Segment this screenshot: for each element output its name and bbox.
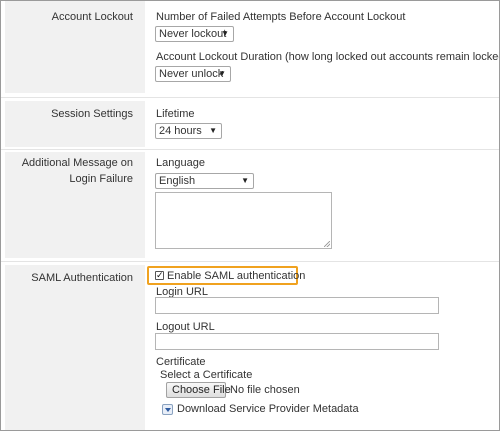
select-certificate-label: Select a Certificate xyxy=(160,369,253,381)
language-select[interactable]: English ▼ xyxy=(155,173,254,189)
account-lockout-label: Account Lockout xyxy=(51,11,133,23)
certificate-label: Certificate xyxy=(156,356,206,368)
chevron-down-icon: ▼ xyxy=(209,126,217,135)
chevron-down-icon: ▼ xyxy=(241,176,249,185)
lockout-duration-label: Account Lockout Duration (how long locke… xyxy=(156,51,500,63)
download-icon[interactable] xyxy=(162,404,173,415)
language-value: English xyxy=(159,175,196,187)
login-failure-label-line1: Additional Message on xyxy=(21,157,133,169)
login-failure-message-textarea[interactable] xyxy=(155,192,332,249)
saml-label-cell: SAML Authentication xyxy=(5,265,145,430)
account-lockout-label-cell: Account Lockout xyxy=(5,1,145,93)
resize-grip-icon[interactable] xyxy=(324,241,330,247)
saml-enable-checkbox[interactable]: ✓ xyxy=(155,271,164,280)
login-failure-label-cell: Additional Message on Login Failure xyxy=(5,152,145,258)
chevron-down-icon: ▼ xyxy=(221,29,229,38)
saml-enable-label[interactable]: Enable SAML authentication xyxy=(167,269,305,283)
choose-file-button[interactable]: Choose File xyxy=(166,382,231,398)
session-settings-label-cell: Session Settings xyxy=(5,101,145,147)
divider xyxy=(1,149,499,150)
lifetime-value: 24 hours xyxy=(159,125,202,137)
session-settings-label: Session Settings xyxy=(51,108,133,120)
logout-url-input[interactable] xyxy=(155,333,439,350)
lockout-duration-select[interactable]: Never unlock ▼ xyxy=(155,66,231,82)
failed-attempts-select[interactable]: Never lockout ▼ xyxy=(155,26,234,42)
login-failure-label-line2: Login Failure xyxy=(69,173,133,185)
settings-panel: Account Lockout Number of Failed Attempt… xyxy=(0,0,500,431)
language-label: Language xyxy=(156,157,205,169)
checkmark-icon: ✓ xyxy=(156,270,164,280)
failed-attempts-value: Never lockout xyxy=(159,28,227,40)
divider xyxy=(1,97,499,98)
logout-url-label: Logout URL xyxy=(156,321,215,333)
session-settings-row: Session Settings xyxy=(1,101,499,147)
failed-attempts-label: Number of Failed Attempts Before Account… xyxy=(156,11,406,23)
chevron-down-icon: ▼ xyxy=(218,69,226,78)
lifetime-select[interactable]: 24 hours ▼ xyxy=(155,123,222,139)
divider xyxy=(1,261,499,262)
login-url-input[interactable] xyxy=(155,297,439,314)
saml-authentication-label: SAML Authentication xyxy=(31,272,133,284)
lifetime-label: Lifetime xyxy=(156,108,195,120)
lockout-duration-value: Never unlock xyxy=(159,68,224,80)
no-file-chosen-text: No file chosen xyxy=(230,384,300,396)
download-metadata-link[interactable]: Download Service Provider Metadata xyxy=(177,402,359,416)
